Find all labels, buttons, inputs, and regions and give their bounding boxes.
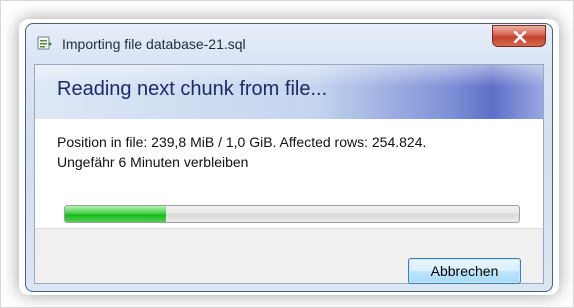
progress-bar [64,205,520,223]
time-remaining-text: Ungefähr 6 Minuten verbleiben [57,154,249,170]
database-import-icon [37,35,53,51]
title-bar[interactable]: Importing file database-21.sql [26,24,552,64]
dialog-heading: Reading next chunk from file... [57,78,328,100]
position-status-text: Position in file: 239,8 MiB / 1,0 GiB. A… [57,134,427,150]
cancel-button[interactable]: Abbrechen [408,258,521,284]
dialog-body: Reading next chunk from file... Position… [34,64,544,284]
close-icon [513,31,527,43]
import-progress-window: Importing file database-21.sql Reading n… [25,23,553,292]
progress-bar-fill [65,206,167,222]
window-title: Importing file database-21.sql [62,36,246,52]
close-button[interactable] [492,25,546,47]
header-banner: Reading next chunk from file... [35,65,543,119]
desktop-background: Importing file database-21.sql Reading n… [0,0,574,308]
